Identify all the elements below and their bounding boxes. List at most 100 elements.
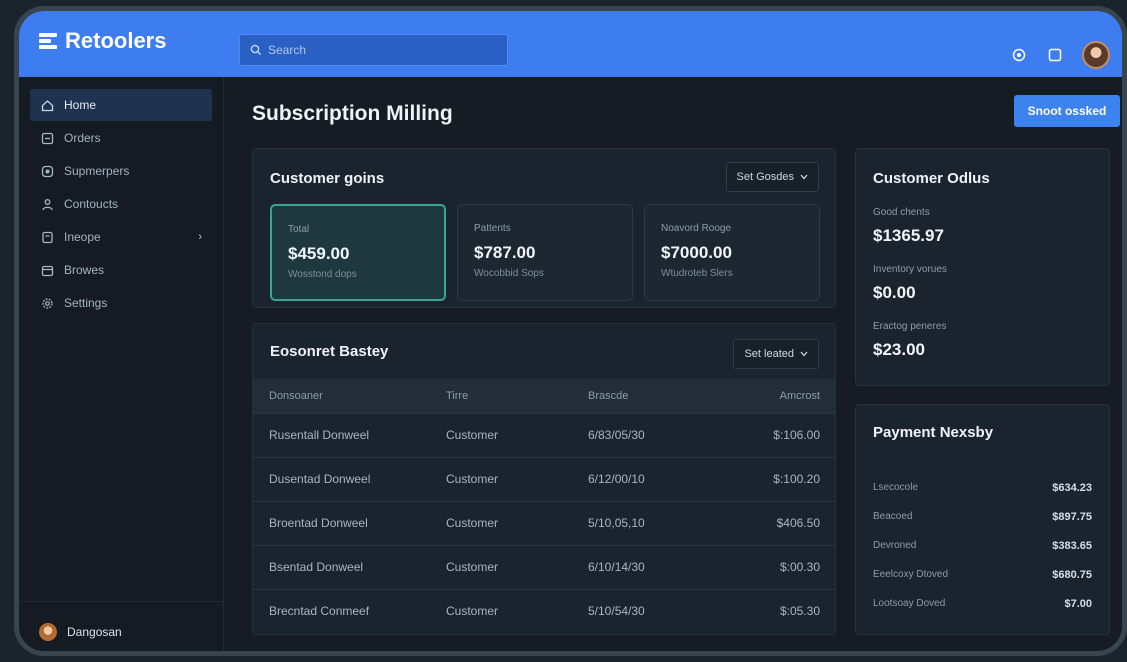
app-window: Retoolers Home: [14, 6, 1127, 656]
cell-type: Customer: [446, 516, 499, 530]
sidebar-item-label: Browes: [64, 263, 105, 277]
cell-type: Customer: [446, 560, 499, 574]
column-header[interactable]: Donsoaner: [253, 379, 446, 413]
stat-value: $459.00: [288, 244, 350, 263]
customer-goals-card: Customer goins Set Gosdes Total $459.00 …: [252, 148, 836, 308]
sidebar-user[interactable]: Dangosan: [19, 601, 223, 651]
table-row[interactable]: Rusentall Donweel Customer 6/83/05/30 $:…: [253, 413, 835, 457]
list-item[interactable]: Eeelcoxy Dtoved $680.75: [873, 560, 1092, 589]
detail-label: Inventory vorues: [873, 264, 947, 275]
stat-label: Pattents: [474, 223, 511, 234]
payment-label: Devroned: [873, 540, 917, 551]
payment-value: $7.00: [1064, 597, 1092, 610]
chevron-down-icon: [800, 174, 808, 180]
sidebar-item-contoucts[interactable]: Contoucts: [30, 188, 212, 220]
cell-date: 5/10,05,10: [588, 516, 645, 530]
stat-value: $787.00: [474, 243, 536, 262]
payment-label: Eeelcoxy Dtoved: [873, 569, 949, 580]
topbar-actions: [1010, 41, 1110, 69]
sidebar-item-label: Orders: [64, 131, 101, 145]
page-title: Subscription Milling: [252, 102, 453, 125]
history-title: Eosonret Bastey: [270, 343, 389, 360]
cell-name: Brecntad Conmeef: [269, 604, 370, 619]
user-avatar: [39, 622, 57, 641]
orders-icon: [40, 131, 54, 145]
cell-name: Rusentall Donweel: [269, 428, 370, 442]
chevron-right-icon: ›: [198, 231, 202, 243]
home-icon: [40, 98, 54, 112]
menu-icon[interactable]: [39, 33, 57, 49]
list-item[interactable]: Beacoed $897.75: [873, 502, 1092, 531]
list-item[interactable]: Devroned $383.65: [873, 531, 1092, 560]
top-bar: Retoolers: [19, 11, 1122, 77]
payment-history-title: Payment Nexsby: [873, 424, 994, 441]
sidebar-nav: Home Orders Supmerpers Contoucts Ineope …: [19, 77, 223, 319]
stat-card-pattents[interactable]: Pattents $787.00 Wocobbid Sops: [457, 204, 633, 301]
cell-amount: $:106.00: [773, 428, 820, 442]
cell-name: Broentad Donweel: [269, 516, 368, 530]
payment-history-list: Lsecocole $634.23 Beacoed $897.75 Devron…: [873, 473, 1092, 618]
sidebar-item-label: Ineope: [64, 230, 101, 244]
history-select[interactable]: Set leated: [733, 339, 819, 369]
file-icon: [40, 230, 54, 244]
history-select-label: Set leated: [744, 348, 794, 360]
circle-icon: [40, 164, 54, 178]
detail-value: $0.00: [873, 283, 916, 302]
sidebar-item-label: Settings: [64, 296, 108, 310]
sidebar-item-browes[interactable]: Browes: [30, 254, 212, 286]
cell-name: Dusentad Donweel: [269, 472, 371, 486]
table-header-row: Donsoaner Tirre Brascde Amcrost: [253, 379, 835, 413]
table-row[interactable]: Bsentad Donweel Customer 6/10/14/30 $:00…: [253, 545, 835, 589]
primary-action-button[interactable]: Snoot ossked: [1014, 95, 1120, 127]
stat-label: Noavord Rooge: [661, 223, 732, 234]
user-icon: [40, 197, 54, 211]
sidebar-item-settings[interactable]: Settings: [30, 287, 212, 319]
column-header[interactable]: Tirre: [446, 379, 588, 413]
goals-select[interactable]: Set Gosdes: [725, 162, 819, 192]
search-box[interactable]: [239, 34, 508, 66]
column-header[interactable]: Brascde: [588, 379, 738, 413]
table-row[interactable]: Dusentad Donweel Customer 6/12/00/10 $:1…: [253, 457, 835, 501]
detail-label: Eractog peneres: [873, 321, 947, 332]
history-card: Eosonret Bastey Set leated Donsoaner Tir…: [252, 323, 836, 635]
detail-label: Good chents: [873, 207, 930, 218]
stat-value: $7000.00: [661, 243, 732, 262]
chevron-down-icon: [800, 351, 808, 357]
brand[interactable]: Retoolers: [39, 25, 166, 57]
payment-value: $383.65: [1052, 539, 1092, 552]
sidebar-item-supmerpers[interactable]: Supmerpers: [30, 155, 212, 187]
customer-details-list: Good chents $1365.97 Inventory vorues $0…: [873, 207, 947, 378]
sidebar: Home Orders Supmerpers Contoucts Ineope …: [19, 77, 224, 651]
sidebar-item-ineope[interactable]: Ineope ›: [30, 221, 212, 253]
payment-value: $680.75: [1052, 568, 1092, 581]
payment-history-card: Payment Nexsby Lsecocole $634.23 Beacoed…: [855, 404, 1110, 635]
cell-date: 6/83/05/30: [588, 428, 645, 442]
cell-name: Bsentad Donweel: [269, 560, 364, 574]
history-table: Donsoaner Tirre Brascde Amcrost Rusental…: [253, 379, 835, 633]
list-item[interactable]: Lsecocole $634.23: [873, 473, 1092, 502]
detail-value: $23.00: [873, 340, 925, 359]
payment-label: Lootsoay Doved: [873, 598, 946, 609]
sidebar-item-home[interactable]: Home: [30, 89, 212, 121]
cell-amount: $:100.20: [773, 472, 820, 486]
stat-label: Total: [288, 224, 310, 235]
list-item[interactable]: Lootsoay Doved $7.00: [873, 589, 1092, 618]
column-header[interactable]: Amcrost: [738, 379, 835, 413]
sidebar-item-orders[interactable]: Orders: [30, 122, 212, 154]
search-icon: [250, 44, 262, 56]
table-row[interactable]: Brecntad Conmeef Customer 5/10/54/30 $:0…: [253, 589, 835, 633]
stat-subtext: Wosstond dops: [288, 269, 357, 280]
calendar-icon: [40, 263, 54, 277]
stat-card-noavord-rooge[interactable]: Noavord Rooge $7000.00 Wtudroteb Slers: [644, 204, 820, 301]
window-icon[interactable]: [1046, 46, 1064, 64]
customer-details-card: Customer Odlus Good chents $1365.97 Inve…: [855, 148, 1110, 386]
settings-icon[interactable]: [1010, 46, 1028, 64]
goals-select-label: Set Gosdes: [736, 171, 794, 183]
cell-date: 6/10/14/30: [588, 560, 645, 574]
stat-card-total[interactable]: Total $459.00 Wosstond dops: [270, 204, 446, 301]
avatar[interactable]: [1082, 41, 1110, 69]
search-input[interactable]: [268, 43, 488, 57]
payment-label: Beacoed: [873, 511, 913, 522]
table-row[interactable]: Broentad Donweel Customer 5/10,05,10 $40…: [253, 501, 835, 545]
cell-amount: $:05.30: [779, 604, 820, 619]
